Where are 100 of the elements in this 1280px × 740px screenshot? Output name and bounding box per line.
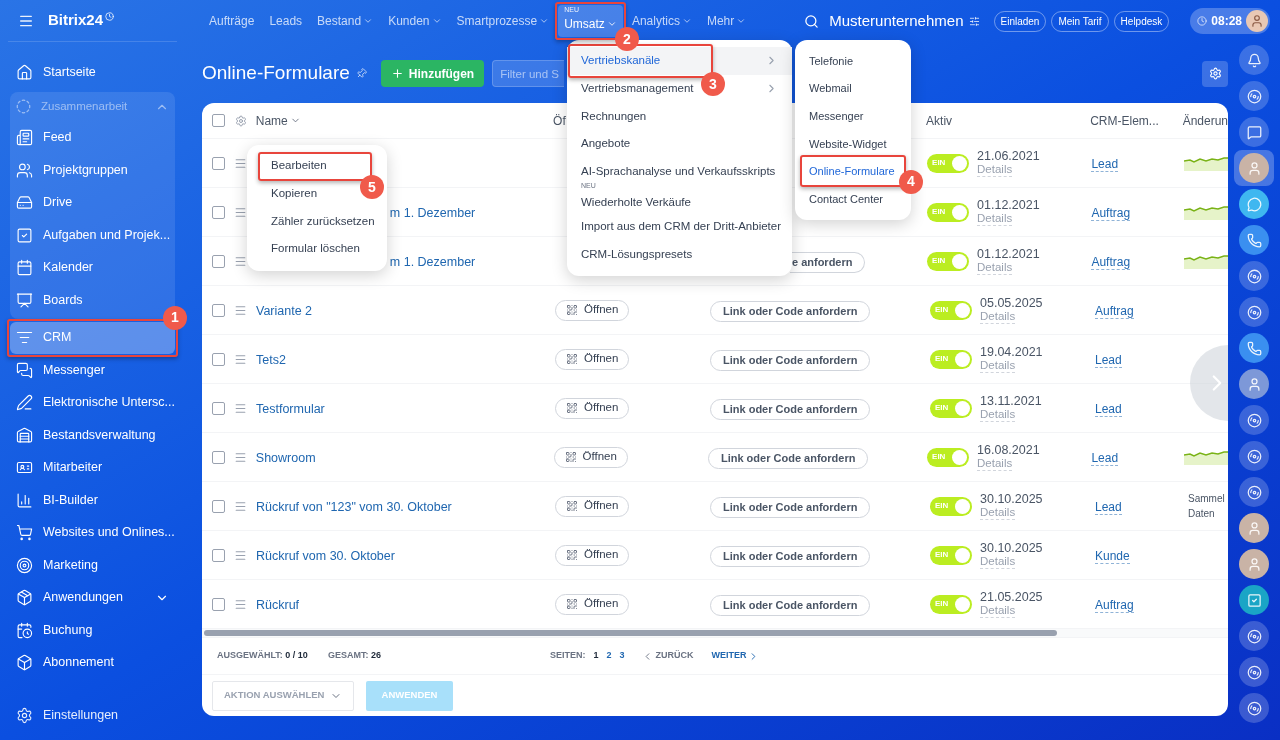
nav-tab[interactable]: Kunden — [382, 5, 448, 37]
sidebar-item[interactable]: Drive — [10, 186, 175, 219]
nav-tab[interactable]: Aufträge — [203, 5, 261, 37]
menu-item[interactable]: Vertriebsmanagement — [581, 79, 694, 98]
crm-element-link[interactable]: Lead — [1095, 500, 1122, 515]
page-link[interactable]: 3 — [619, 649, 625, 663]
form-name-link[interactable]: Testformular — [256, 402, 325, 416]
crm-element-link[interactable]: Lead — [1091, 451, 1119, 466]
sidebar-item[interactable]: Marketing — [10, 549, 175, 582]
drag-handle-icon[interactable] — [234, 254, 247, 268]
checkbox[interactable] — [212, 401, 225, 415]
checkbox[interactable] — [212, 548, 225, 562]
form-name-link[interactable]: Showroom — [255, 451, 316, 465]
drag-handle-icon[interactable] — [234, 548, 247, 562]
column-header[interactable]: Öf — [553, 111, 566, 130]
drag-handle-icon[interactable] — [234, 205, 247, 219]
crm-element-link[interactable]: Auftrag — [1091, 255, 1131, 270]
menu-item[interactable]: Vertriebskanäle — [581, 52, 661, 70]
column-header[interactable]: Name — [255, 111, 301, 130]
sidebar-item[interactable]: Projektgruppen — [10, 154, 175, 187]
settings-button[interactable] — [1202, 60, 1228, 87]
next-page-link[interactable]: WEITER — [711, 649, 760, 663]
sidebar-item[interactable]: CRM — [10, 321, 175, 354]
sidebar-item[interactable]: Elektronische Untersc... — [10, 386, 175, 419]
menu-item-icon — [16, 291, 33, 309]
sidebar-item[interactable]: BI-Builder — [10, 484, 175, 517]
page-link[interactable]: 2 — [606, 649, 612, 663]
drag-handle-icon[interactable] — [234, 499, 247, 513]
form-name-link[interactable]: Rückruf vom 30. Oktober — [256, 549, 395, 563]
menu-item[interactable]: Formular löschen — [271, 240, 360, 258]
time-pill[interactable]: 08:28 — [1190, 8, 1270, 34]
sidebar-item[interactable]: Mitarbeiter — [10, 451, 175, 484]
form-name-link[interactable]: Rückruf von "123" vom 30. Oktober — [256, 500, 452, 514]
crm-element-link[interactable]: Auftrag — [1095, 304, 1134, 319]
drag-handle-icon[interactable] — [234, 156, 247, 170]
search-icon[interactable] — [804, 13, 820, 29]
sidebar-item[interactable]: Kalender — [10, 251, 175, 284]
crm-element-link[interactable]: Lead — [1095, 353, 1122, 368]
sidebar-item[interactable]: Bestandsverwaltung — [10, 419, 175, 452]
drag-handle-icon[interactable] — [234, 303, 247, 317]
checkbox[interactable] — [212, 450, 225, 464]
sidebar-item[interactable]: Feed — [10, 121, 175, 154]
menu-item[interactable]: Import aus dem CRM der Dritt-Anbieter — [581, 218, 782, 236]
menu-item[interactable]: Website-Widget — [809, 135, 887, 153]
menu-item[interactable]: Messenger — [809, 107, 864, 125]
avatar[interactable] — [1246, 10, 1268, 32]
checkbox[interactable] — [212, 303, 225, 317]
nav-tab[interactable]: Leads — [263, 5, 309, 37]
nav-tab[interactable]: Mehr — [700, 5, 753, 37]
form-name-link[interactable]: Rückruf — [256, 598, 300, 612]
crm-element-link[interactable]: Lead — [1095, 402, 1122, 417]
scrollbar[interactable] — [204, 630, 1057, 636]
crm-element-link[interactable]: Auftrag — [1095, 598, 1134, 613]
menu-item[interactable]: Telefonie — [809, 52, 854, 70]
menu-item[interactable]: Online-Formulare — [809, 163, 895, 180]
sidebar-item[interactable]: Aufgaben und Projek... — [10, 219, 175, 252]
drag-handle-icon[interactable] — [234, 450, 247, 464]
menu-item[interactable]: Webmail — [809, 80, 852, 97]
checkbox[interactable] — [212, 114, 225, 127]
menu-item[interactable]: AI-Sprachanalyse und Verkaufsskripts — [581, 162, 776, 181]
checkbox[interactable] — [212, 499, 225, 513]
drag-handle-icon[interactable] — [234, 401, 247, 415]
settings-icon[interactable] — [235, 114, 247, 127]
company-name[interactable]: Musterunternehmen — [829, 9, 964, 33]
column-header[interactable]: CRM-Elem... — [1090, 111, 1159, 130]
sidebar-item[interactable]: Websites und Onlines... — [10, 516, 175, 549]
drag-handle-icon[interactable] — [234, 352, 247, 366]
sidebar-item[interactable]: Messenger — [10, 354, 175, 387]
chat-icon — [1239, 117, 1269, 147]
nav-tab[interactable]: Bestand — [311, 5, 380, 37]
sidebar-item[interactable]: Abonnement — [10, 646, 175, 679]
sidebar-item[interactable]: Startseite — [10, 56, 175, 89]
crm-element-link[interactable]: Lead — [1091, 157, 1119, 172]
sliders-icon[interactable] — [968, 15, 980, 27]
column-header[interactable]: Aktiv — [926, 111, 953, 130]
checkbox[interactable] — [212, 352, 225, 366]
crm-element-link[interactable]: Auftrag — [1091, 206, 1131, 221]
menu-item[interactable]: Kopieren — [271, 184, 318, 203]
menu-item[interactable]: Zähler zurücksetzen — [271, 212, 375, 230]
page-link[interactable]: 1 — [593, 649, 599, 663]
crm-element-link[interactable]: Kunde — [1095, 549, 1130, 564]
drag-handle-icon[interactable] — [234, 597, 247, 611]
checkbox[interactable] — [212, 597, 225, 611]
nav-tab[interactable]: Smartprozesse — [450, 5, 556, 37]
logo[interactable]: Bitrix24 — [48, 9, 104, 32]
column-header[interactable]: Änderun — [1182, 111, 1228, 130]
menu-item[interactable]: Rechnungen — [581, 107, 647, 125]
menu-item[interactable]: Angebote — [581, 135, 631, 153]
settings-link[interactable]: Einstellungen — [43, 705, 119, 725]
sidebar-item[interactable]: Anwendungen — [10, 581, 175, 614]
checkbox[interactable] — [212, 205, 225, 219]
form-name-link[interactable]: Tets2 — [256, 353, 286, 367]
checkbox[interactable] — [212, 156, 225, 170]
rail-item[interactable] — [1234, 150, 1274, 186]
menu-item[interactable]: Contact Center — [809, 191, 883, 208]
checkbox[interactable] — [212, 254, 225, 268]
menu-item[interactable]: Bearbeiten — [271, 157, 327, 175]
form-name-link[interactable]: Variante 2 — [256, 304, 313, 318]
menu-item[interactable]: CRM-Lösungspresets — [581, 246, 693, 264]
sidebar-item[interactable]: Buchung — [10, 614, 175, 647]
